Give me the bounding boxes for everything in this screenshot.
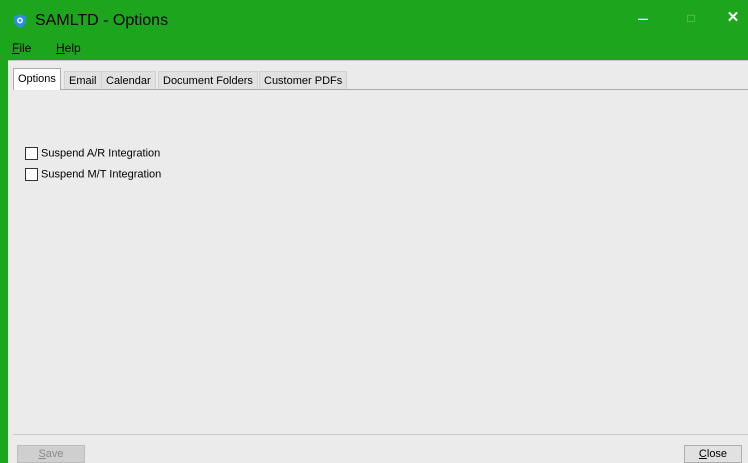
suspend-ar-checkbox[interactable] (25, 147, 38, 160)
client-area: Options Email Calendar Document Folders … (8, 60, 748, 463)
menu-bar: File Help (8, 38, 748, 59)
tab-calendar[interactable]: Calendar (101, 71, 156, 89)
menu-file-label: ile (19, 41, 32, 55)
menu-help-mnemonic: H (56, 41, 65, 55)
suspend-ar-option[interactable]: Suspend A/R Integration (25, 147, 160, 161)
suspend-ar-label[interactable]: Suspend A/R Integration (41, 148, 160, 160)
close-window-button[interactable]: ✕ (718, 8, 748, 30)
window-title: SAMLTD - Options (35, 12, 169, 29)
close-label: lose (706, 448, 728, 460)
options-tab-panel: Suspend A/R Integration Suspend M/T Inte… (13, 89, 748, 434)
tab-options[interactable]: Options (13, 68, 61, 90)
bottom-divider (13, 434, 748, 435)
menu-file[interactable]: File (12, 41, 31, 55)
minimize-button[interactable]: – (628, 8, 658, 30)
tab-customer-pdfs[interactable]: Customer PDFs (259, 71, 348, 89)
app-icon (14, 14, 26, 28)
menu-help[interactable]: Help (56, 41, 81, 55)
save-mnemonic: S (38, 448, 46, 460)
tab-document-folders[interactable]: Document Folders (158, 71, 258, 89)
title-bar[interactable]: SAMLTD - Options – □ ✕ (8, 0, 748, 38)
save-button[interactable]: Save (17, 445, 85, 463)
close-mnemonic: C (698, 448, 707, 460)
save-label: ave (45, 448, 64, 460)
menu-help-label: elp (64, 41, 81, 55)
close-button[interactable]: Close (684, 445, 742, 463)
suspend-mt-option[interactable]: Suspend M/T Integration (25, 168, 161, 182)
suspend-mt-label[interactable]: Suspend M/T Integration (41, 169, 161, 181)
tab-email[interactable]: Email (64, 71, 102, 89)
maximize-button[interactable]: □ (676, 8, 706, 30)
options-window: SAMLTD - Options – □ ✕ File Help Options… (8, 0, 748, 463)
suspend-mt-checkbox[interactable] (25, 168, 38, 181)
